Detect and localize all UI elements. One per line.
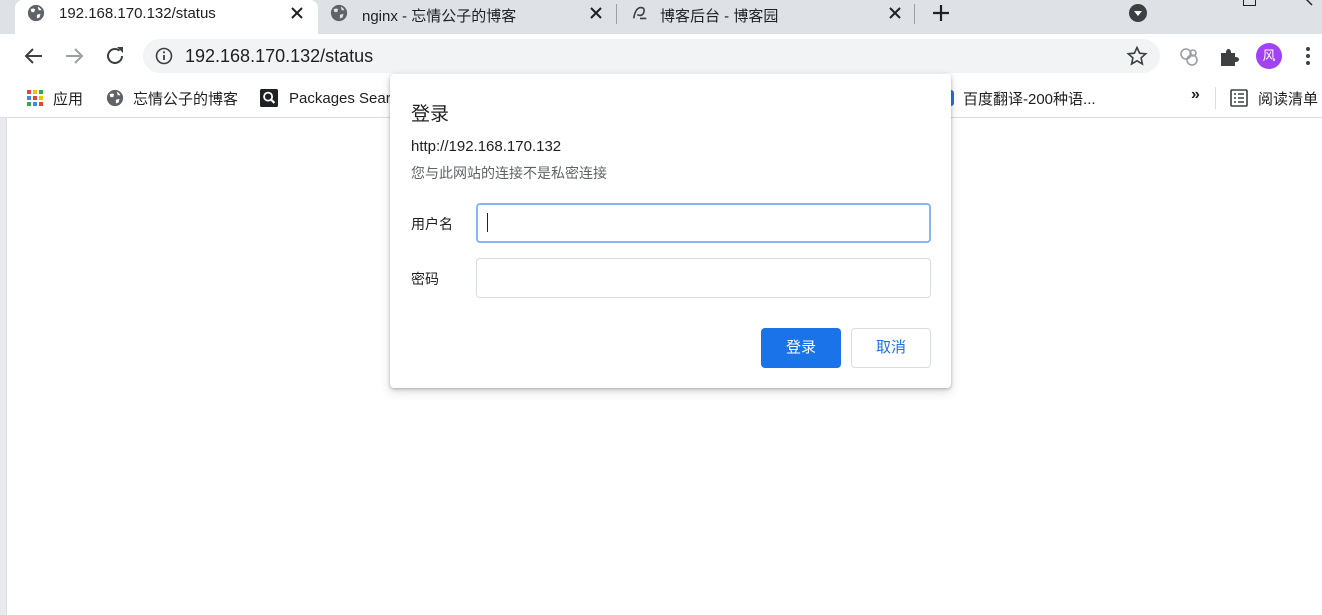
close-icon[interactable] [287,3,307,23]
dialog-warning: 您与此网站的连接不是私密连接 [411,165,607,181]
password-label: 密码 [411,271,439,287]
maximize-icon[interactable] [1243,0,1256,6]
bookmark-label: Packages Sear [289,89,391,107]
url-text[interactable]: 192.168.170.132/status [185,46,373,67]
bookmark-apps[interactable]: 应用 [26,88,83,108]
bookmark-label: 应用 [53,90,84,108]
avatar[interactable]: 风 [1256,43,1282,69]
bookmark-star-icon[interactable] [1126,45,1148,67]
tab-cnblogs[interactable]: 博客后台 - 博客园 [617,0,914,34]
toolbar: 192.168.170.132/status 风 [0,34,1322,78]
tab-title: 192.168.170.132/status [59,5,216,22]
dialog-title: 登录 [411,104,450,125]
puzzle-icon[interactable] [1217,45,1241,69]
extension-icon[interactable] [1177,45,1201,69]
globe-icon [27,4,45,22]
omnibox[interactable]: 192.168.170.132/status [143,39,1160,73]
reading-list-icon [1230,89,1248,107]
bookmark-label: 百度翻译-200种语... [963,90,1096,108]
bookmarks-overflow-chevron[interactable]: » [1191,86,1200,104]
info-icon[interactable] [155,47,173,65]
tab-search-icon[interactable] [1128,3,1148,23]
back-icon[interactable] [22,44,46,68]
password-input[interactable] [476,258,931,298]
reading-list-button[interactable]: 阅读清单 [1230,88,1318,108]
dialog-origin: http://192.168.170.132 [411,138,562,155]
bookmark-label: 忘情公子的博客 [133,90,239,108]
cancel-button[interactable]: 取消 [851,328,931,368]
forward-icon[interactable] [62,44,86,68]
username-label: 用户名 [411,216,453,232]
bookmark-baidu-translate[interactable]: 百度翻译-200种语... [938,88,1096,108]
new-tab-icon[interactable] [930,2,952,24]
apps-grid-icon [27,90,43,106]
window-left-edge [0,118,7,615]
close-icon[interactable] [586,3,606,23]
close-icon[interactable] [885,3,905,23]
reload-icon[interactable] [103,44,127,68]
bookmarks-separator [1215,87,1216,109]
tab-title: 博客后台 - 博客园 [660,8,779,25]
bookmark-packages-search[interactable]: Packages Sear [260,88,391,108]
tab-title: nginx - 忘情公子的博客 [362,8,517,25]
menu-icon[interactable] [1296,44,1320,68]
tab-strip: 192.168.170.132/status nginx - 忘情公子的博客 博… [0,0,1322,34]
tab-status[interactable]: 192.168.170.132/status [15,0,318,34]
globe-icon [330,4,348,22]
cnblogs-icon [632,6,647,20]
globe-icon [106,89,124,107]
reading-list-label: 阅读清单 [1258,90,1319,108]
username-input[interactable] [476,203,931,243]
text-caret [487,213,488,232]
search-icon [260,89,278,107]
login-button[interactable]: 登录 [761,328,841,368]
tab-separator [914,4,915,24]
bookmark-blog[interactable]: 忘情公子的博客 [106,88,238,108]
tab-nginx[interactable]: nginx - 忘情公子的博客 [318,0,616,34]
window-close-icon[interactable] [1298,0,1318,8]
auth-dialog: 登录 http://192.168.170.132 您与此网站的连接不是私密连接… [390,74,951,388]
